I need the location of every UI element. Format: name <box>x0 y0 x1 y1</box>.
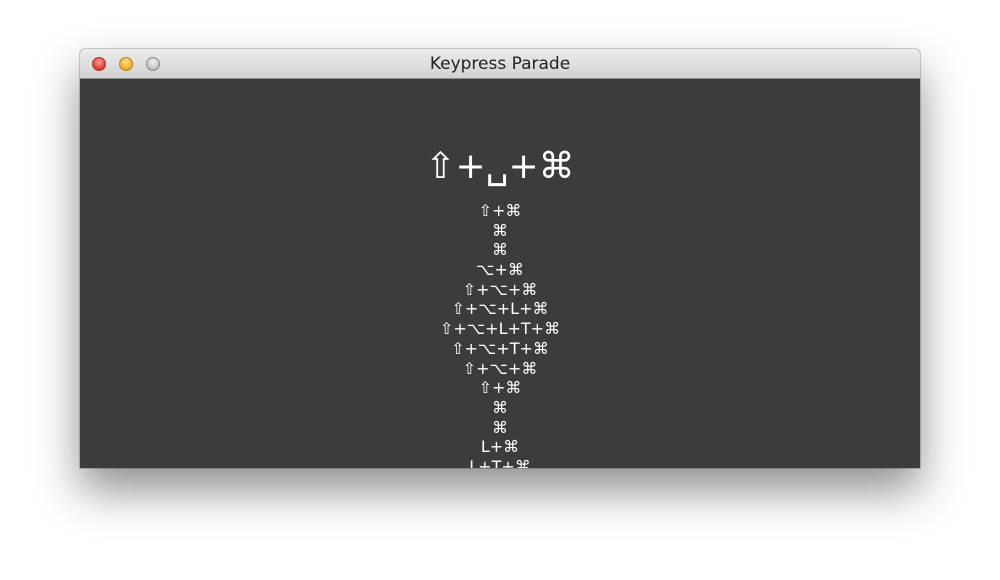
window-title: Keypress Parade <box>429 54 571 74</box>
history-item: ⇧+⌥+L+T+⌘ <box>439 319 561 339</box>
history-item: ⇧+⌘ <box>478 378 522 398</box>
history-item: ⇧+⌥+⌘ <box>462 279 538 299</box>
history-item: ⇧+⌥+L+⌘ <box>451 299 549 319</box>
history-item: ⌥+⌘ <box>476 260 524 280</box>
history-item: ⌘ <box>492 220 508 240</box>
history-item: ⌘ <box>492 397 508 417</box>
history-item: ⇧+⌘ <box>478 201 522 220</box>
history-item: ⇧+⌥+T+⌘ <box>451 338 549 358</box>
current-keypress: ⇧+␣+⌘ <box>425 146 575 187</box>
history-item: ⇧+⌥+⌘ <box>462 358 538 378</box>
history-item: L+⌘ <box>480 437 520 457</box>
history-item: L+T+⌘ <box>469 456 531 468</box>
parade-area: ⇧+␣+⌘ ⇧+⌘ ⌘ ⌘ ⌥+⌘ ⇧+⌥+⌘ ⇧+⌥+L+⌘ ⇧+⌥+L+T+⌘ ⇧+⌥+T… <box>80 79 920 468</box>
history-item: ⌘ <box>492 417 508 437</box>
history-item: ⌘ <box>492 240 508 260</box>
keypress-history: ⇧+⌘ ⌘ ⌘ ⌥+⌘ ⇧+⌥+⌘ ⇧+⌥+L+⌘ ⇧+⌥+L+T+⌘ ⇧+⌥+T+⌘ ⇧+⌥+… <box>80 201 920 468</box>
app-window: Keypress Parade ⇧+␣+⌘ ⇧+⌘ ⌘ ⌘ ⌥+⌘ ⇧+⌥+⌘ ⇧+⌥+L… <box>80 49 920 468</box>
title-bar[interactable]: Keypress Parade <box>80 49 920 79</box>
